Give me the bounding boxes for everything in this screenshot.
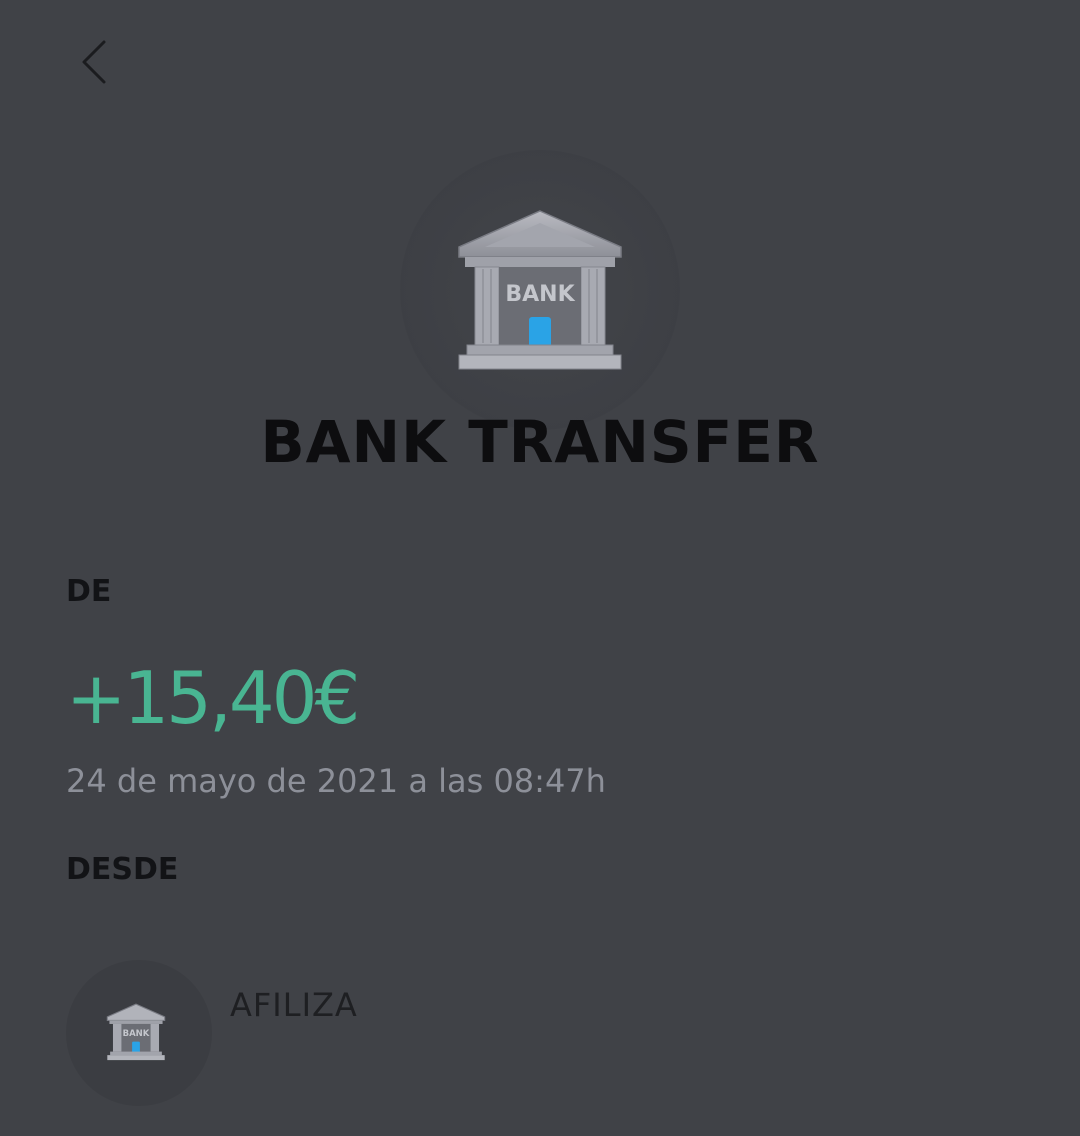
back-button[interactable] — [62, 30, 126, 94]
source-name: AFILIZA — [230, 986, 358, 1024]
source-icon-label: BANK — [123, 1029, 150, 1039]
chevron-left-icon — [82, 40, 106, 84]
bank-icon: BANK — [458, 210, 622, 370]
bank-icon: BANK — [106, 1003, 166, 1061]
transaction-amount: +15,40€ — [66, 656, 360, 740]
source-item[interactable]: BANK AFILIZA — [66, 960, 666, 1106]
transaction-title: BANK TRANSFER — [260, 408, 820, 476]
de-label: DE — [66, 574, 112, 609]
bank-icon-label: BANK — [505, 282, 575, 307]
desde-label: DESDE — [66, 852, 179, 887]
transaction-datetime: 24 de mayo de 2021 a las 08:47h — [66, 762, 606, 800]
